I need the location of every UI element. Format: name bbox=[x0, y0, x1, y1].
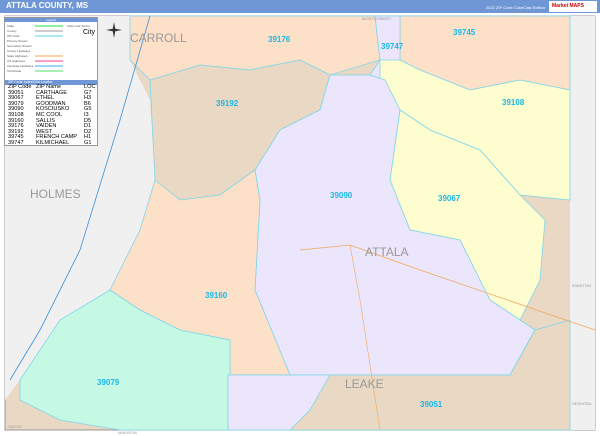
legend-title: Legend bbox=[5, 18, 97, 22]
zip-label-39747: 39747 bbox=[381, 42, 404, 51]
legend-swatch bbox=[35, 35, 63, 37]
zip-index-table: ZIP Code ZIP Name LOC 39051 CARTHAGE G7 39… bbox=[7, 84, 97, 147]
table-row: 39747 KILMICHAEL G1 bbox=[7, 139, 97, 147]
zip-label-39160: 39160 bbox=[205, 291, 228, 300]
county-label-carroll: CARROLL bbox=[130, 31, 187, 45]
county-label-attala: ATTALA bbox=[365, 245, 409, 259]
zip-label-39067: 39067 bbox=[438, 194, 461, 203]
county-label-montgomery: MONTGOMERY bbox=[362, 16, 392, 21]
legend-item: Secondary Streets bbox=[7, 44, 32, 48]
legend-item: Interstate Highways bbox=[7, 64, 34, 68]
county-label-neshoba: NESHOBA bbox=[572, 401, 592, 406]
publisher-logo: Market MAPS bbox=[549, 1, 597, 12]
right-outside-area bbox=[570, 16, 595, 320]
legend-item: State Highways bbox=[7, 54, 28, 58]
zip-label-39051: 39051 bbox=[420, 400, 443, 409]
legend-swatch bbox=[35, 70, 63, 72]
legend-item: County bbox=[7, 29, 17, 33]
zip-label-39108: 39108 bbox=[502, 98, 525, 107]
map-title: ATTALA COUNTY, MS bbox=[6, 1, 89, 10]
legend-swatch bbox=[35, 60, 63, 62]
edition-label: 2022 ZIP Code ColorCast Edition bbox=[485, 5, 545, 10]
zip-cell: 39747 bbox=[8, 139, 24, 146]
legend-item: US Highways bbox=[7, 59, 26, 63]
zip-label-39079: 39079 bbox=[97, 378, 120, 387]
legend-swatch bbox=[35, 55, 63, 57]
legend-item: ZIP Code bbox=[7, 34, 20, 38]
map-legend: Legend State County ZIP Code Primary Str… bbox=[4, 17, 98, 146]
legend-swatch bbox=[35, 25, 63, 27]
legend-swatch bbox=[35, 65, 63, 67]
header-bar: ATTALA COUNTY, MS 2022 ZIP Code ColorCas… bbox=[0, 0, 600, 13]
county-label-madison: MADISON bbox=[118, 430, 137, 435]
county-label-yazoo: YAZOO bbox=[8, 424, 22, 429]
legend-item: County Highways bbox=[7, 49, 31, 53]
cities-title: Cities and Towns bbox=[67, 24, 90, 28]
legend-item: Toll Roads bbox=[7, 69, 22, 73]
county-label-winston: WINSTON bbox=[572, 283, 591, 288]
legend-swatch bbox=[35, 30, 63, 32]
zip-label-39090: 39090 bbox=[330, 191, 353, 200]
zip-label-39176: 39176 bbox=[268, 35, 291, 44]
county-label-holmes: HOLMES bbox=[30, 187, 81, 201]
loc-cell: G1 bbox=[84, 139, 92, 146]
county-label-leake: LEAKE bbox=[345, 377, 384, 391]
zip-label-39192: 39192 bbox=[216, 99, 239, 108]
name-cell: KILMICHAEL bbox=[36, 139, 70, 146]
legend-item: Primary Streets bbox=[7, 39, 28, 43]
city-sample: City bbox=[83, 29, 96, 36]
bottom-right-outside bbox=[570, 320, 595, 430]
zip-label-39745: 39745 bbox=[453, 28, 476, 37]
legend-item: State bbox=[7, 24, 15, 28]
